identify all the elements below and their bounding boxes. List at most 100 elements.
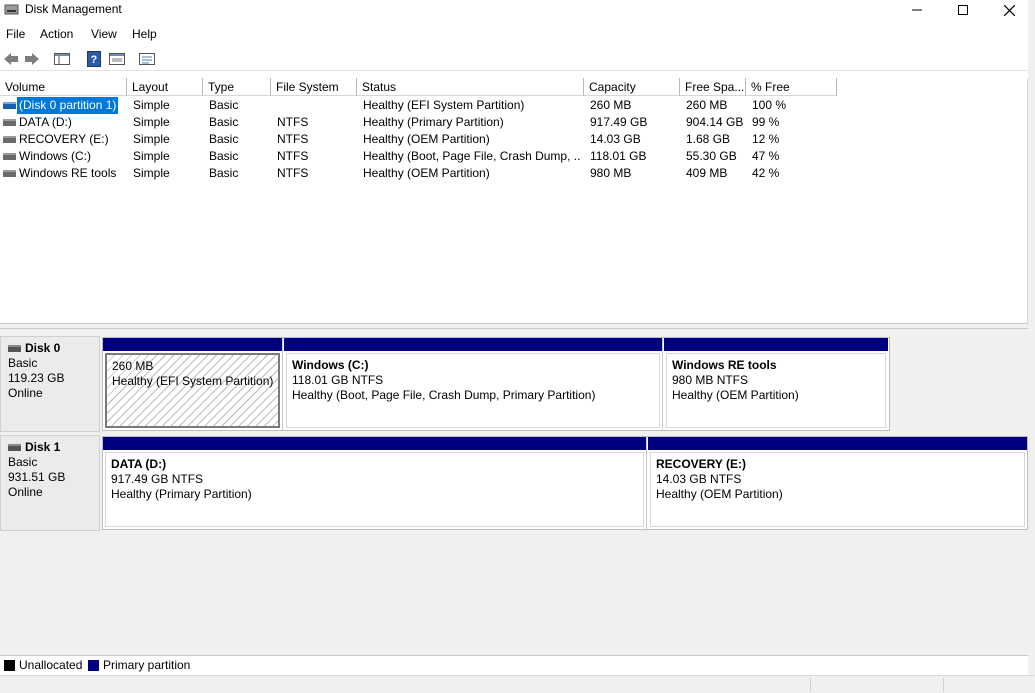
cell-type: Basic [209, 115, 239, 129]
help-button[interactable]: ? [85, 50, 103, 68]
forward-icon [25, 53, 39, 65]
cell-free-space: 1.68 GB [686, 132, 731, 146]
legend: Unallocated Primary partition [0, 655, 1028, 675]
help-icon: ? [87, 51, 101, 67]
disk-icon [8, 345, 21, 352]
disk-0-info[interactable]: Disk 0 Basic 119.23 GB Online [0, 336, 100, 432]
disk-1-name: Disk 1 [25, 440, 61, 454]
disk-0-size: 119.23 GB [8, 371, 65, 385]
back-button[interactable] [2, 50, 20, 68]
table-row[interactable]: DATA (D:) Simple Basic NTFS Healthy (Pri… [0, 114, 1028, 131]
disk-0-partitions: 260 MB Healthy (EFI System Partition) Wi… [102, 337, 890, 431]
cell-capacity: 980 MB [590, 166, 632, 180]
cell-status: Healthy (OEM Partition) [363, 132, 490, 146]
cell-file-system: NTFS [277, 115, 309, 129]
menu-help[interactable]: Help [132, 27, 157, 41]
disk-management-app-icon [4, 4, 19, 15]
maximize-icon [958, 5, 968, 15]
disk-1-name-row: Disk 1 [8, 440, 92, 455]
cell-free-space: 409 MB [686, 166, 728, 180]
volume-icon [3, 153, 16, 160]
partition-bar [648, 437, 1027, 450]
partition-bar [284, 338, 662, 351]
maximize-button[interactable] [940, 0, 986, 20]
back-icon [4, 53, 18, 65]
minimize-button[interactable] [894, 0, 940, 20]
table-row[interactable]: Windows RE tools Simple Basic NTFS Healt… [0, 165, 1028, 182]
menu-file[interactable]: File [6, 27, 25, 41]
disk-1-state: Online [8, 485, 43, 499]
column-header-file-system[interactable]: File System [271, 78, 357, 96]
partition-body: 260 MB Healthy (EFI System Partition) [105, 353, 280, 428]
properties-icon [109, 53, 125, 65]
partition-status: Healthy (OEM Partition) [656, 487, 783, 501]
console-tree-button[interactable] [53, 50, 71, 68]
partition-bar [664, 338, 888, 351]
partition-bar [103, 437, 646, 450]
partition-windows-c[interactable]: Windows (C:) 118.01 GB NTFS Healthy (Boo… [284, 338, 663, 430]
column-header-layout[interactable]: Layout [127, 78, 203, 96]
cell-free-space: 260 MB [686, 98, 728, 112]
partition-body: DATA (D:) 917.49 GB NTFS Healthy (Primar… [105, 452, 644, 527]
title-bar: Disk Management [0, 0, 1035, 20]
legend-label-unallocated: Unallocated [19, 658, 83, 672]
partition-body: Windows RE tools 980 MB NTFS Healthy (OE… [666, 353, 886, 428]
column-header-volume[interactable]: Volume [0, 78, 127, 96]
cell-volume: Windows RE tools [19, 166, 117, 180]
cell-percent-free: 42 % [752, 166, 780, 180]
status-bar [0, 675, 1035, 693]
partition-size: 118.01 GB NTFS [292, 373, 384, 387]
legend-swatch-unallocated [4, 660, 15, 671]
menu-view[interactable]: View [91, 27, 117, 41]
legend-label-primary: Primary partition [103, 658, 191, 672]
partition-efi-system[interactable]: 260 MB Healthy (EFI System Partition) [103, 338, 283, 430]
menu-action[interactable]: Action [40, 27, 73, 41]
column-header-status[interactable]: Status [357, 78, 584, 96]
partition-windows-re-tools[interactable]: Windows RE tools 980 MB NTFS Healthy (OE… [664, 338, 888, 430]
cell-capacity: 118.01 GB [590, 149, 647, 163]
partition-name: Windows RE tools [672, 358, 777, 372]
partition-size: 917.49 GB NTFS [111, 472, 204, 486]
table-row[interactable]: RECOVERY (E:) Simple Basic NTFS Healthy … [0, 131, 1028, 148]
cell-type: Basic [209, 132, 239, 146]
table-row[interactable]: Windows (C:) Simple Basic NTFS Healthy (… [0, 148, 1028, 165]
list-view-button[interactable] [138, 50, 156, 68]
console-tree-icon [54, 53, 70, 65]
disk-1-type: Basic [8, 455, 38, 469]
list-view-icon [139, 53, 155, 65]
cell-status: Healthy (EFI System Partition) [363, 98, 525, 112]
status-separator [810, 678, 811, 692]
cell-status: Healthy (Boot, Page File, Crash Dump, ..… [363, 149, 581, 163]
forward-button[interactable] [23, 50, 41, 68]
partition-size: 980 MB NTFS [672, 373, 749, 387]
cell-type: Basic [209, 166, 239, 180]
partition-status: Healthy (Primary Partition) [111, 487, 252, 501]
cell-volume: RECOVERY (E:) [19, 132, 109, 146]
disk-0-name-row: Disk 0 [8, 341, 92, 356]
partition-data-d[interactable]: DATA (D:) 917.49 GB NTFS Healthy (Primar… [103, 437, 647, 529]
properties-button[interactable] [108, 50, 126, 68]
disk-1-partitions: DATA (D:) 917.49 GB NTFS Healthy (Primar… [102, 436, 1028, 530]
vertical-scrollbar[interactable] [1028, 0, 1035, 693]
svg-text:?: ? [91, 54, 98, 66]
partition-recovery-e[interactable]: RECOVERY (E:) 14.03 GB NTFS Healthy (OEM… [648, 437, 1027, 529]
disk-1-size: 931.51 GB [8, 470, 66, 484]
column-header-free-space[interactable]: Free Spa... [680, 78, 746, 96]
partition-name: Windows (C:) [292, 358, 369, 372]
partition-body: Windows (C:) 118.01 GB NTFS Healthy (Boo… [286, 353, 660, 428]
close-button[interactable] [986, 0, 1032, 20]
column-header-percent-free[interactable]: % Free [746, 78, 837, 96]
partition-name: RECOVERY (E:) [656, 457, 747, 471]
minimize-icon [912, 9, 922, 11]
cell-layout: Simple [133, 132, 170, 146]
column-header-capacity[interactable]: Capacity [584, 78, 680, 96]
cell-percent-free: 12 % [752, 132, 780, 146]
disk-0-state: Online [8, 386, 43, 400]
volume-icon [3, 136, 16, 143]
table-row[interactable]: (Disk 0 partition 1) Simple Basic Health… [0, 97, 1028, 114]
column-header-type[interactable]: Type [203, 78, 271, 96]
cell-status: Healthy (Primary Partition) [363, 115, 504, 129]
cell-capacity: 917.49 GB [590, 115, 648, 129]
cell-file-system: NTFS [277, 149, 309, 163]
disk-1-info[interactable]: Disk 1 Basic 931.51 GB Online [0, 435, 100, 531]
